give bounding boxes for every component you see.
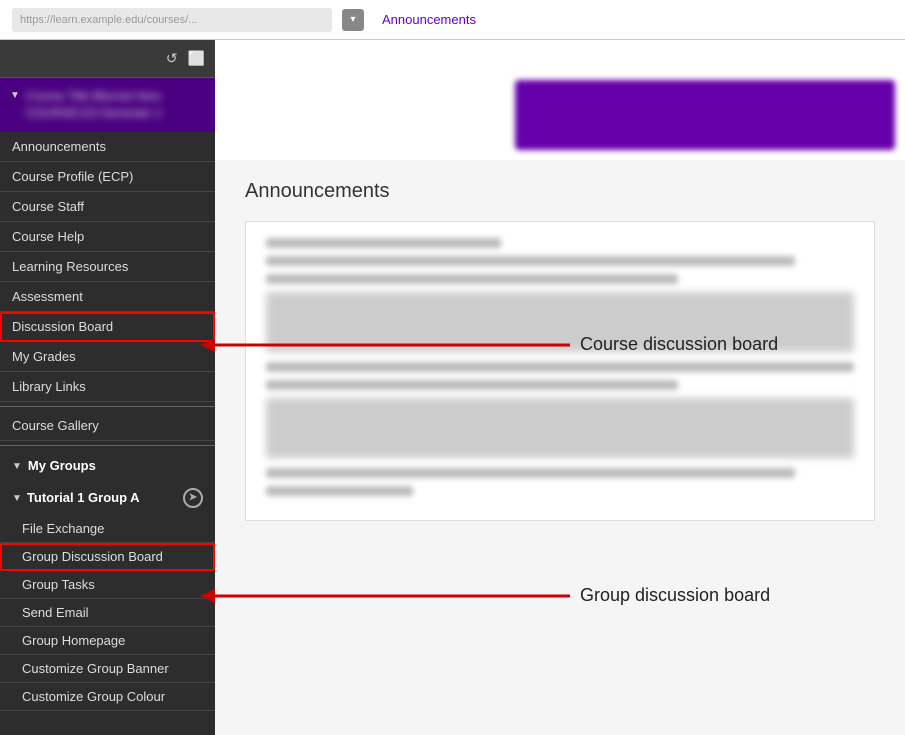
url-bar[interactable]: https://learn.example.edu/courses/... <box>12 8 332 32</box>
group-nav-group-tasks[interactable]: Group Tasks <box>0 571 215 599</box>
my-groups-label: My Groups <box>28 458 96 473</box>
group-nav-customize-banner[interactable]: Customize Group Banner <box>0 655 215 683</box>
group-nav-send-email[interactable]: Send Email <box>0 599 215 627</box>
blurred-line-1 <box>266 238 501 248</box>
nav-item-library-links[interactable]: Library Links <box>0 372 215 402</box>
course-title: Course Title Blurred HereCOURSE123 Semes… <box>26 88 162 122</box>
blurred-block-2 <box>266 398 854 458</box>
main-layout: ↺ ⬜ ▼ Course Title Blurred HereCOURSE123… <box>0 40 905 735</box>
my-groups-header[interactable]: ▼ My Groups <box>0 450 215 481</box>
tutorial-group-header[interactable]: ▼ Tutorial 1 Group A ➤ <box>0 481 215 515</box>
blurred-line-3 <box>266 274 678 284</box>
course-banner-image <box>515 80 895 150</box>
blurred-line-4 <box>266 362 854 372</box>
course-title-block[interactable]: ▼ Course Title Blurred HereCOURSE123 Sem… <box>0 78 215 132</box>
group-expand-icon: ▼ <box>12 493 22 504</box>
content-area: Announcements <box>215 40 905 735</box>
refresh-icon[interactable]: ↺ <box>166 50 178 67</box>
window-icon[interactable]: ⬜ <box>188 50 205 67</box>
group-subheader-left: ▼ Tutorial 1 Group A <box>12 490 140 505</box>
nav-item-announcements[interactable]: Announcements <box>0 132 215 162</box>
nav-item-course-profile[interactable]: Course Profile (ECP) <box>0 162 215 192</box>
blurred-line-5 <box>266 380 678 390</box>
nav-divider <box>0 406 215 407</box>
blurred-line-6 <box>266 468 795 478</box>
announcements-box <box>245 221 875 521</box>
content-header-banner <box>215 40 905 160</box>
dropdown-button[interactable]: ▾ <box>342 9 364 31</box>
sidebar: ↺ ⬜ ▼ Course Title Blurred HereCOURSE123… <box>0 40 215 735</box>
page-title: Announcements <box>245 180 875 203</box>
blurred-line-2 <box>266 256 795 266</box>
nav-item-learning-resources[interactable]: Learning Resources <box>0 252 215 282</box>
nav-item-assessment[interactable]: Assessment <box>0 282 215 312</box>
sidebar-toolbar: ↺ ⬜ <box>0 40 215 78</box>
blurred-block-1 <box>266 292 854 352</box>
group-navigate-icon[interactable]: ➤ <box>183 488 203 508</box>
content-body: Announcements <box>215 160 905 735</box>
nav-item-course-help[interactable]: Course Help <box>0 222 215 252</box>
url-text: https://learn.example.edu/courses/... <box>20 14 197 26</box>
nav-item-course-staff[interactable]: Course Staff <box>0 192 215 222</box>
expand-arrow-icon: ▼ <box>10 90 20 101</box>
group-nav-discussion-board[interactable]: Group Discussion Board <box>0 543 215 571</box>
nav-item-discussion-board[interactable]: Discussion Board <box>0 312 215 342</box>
my-groups-expand-icon: ▼ <box>12 461 22 472</box>
blurred-line-7 <box>266 486 413 496</box>
group-name-label: Tutorial 1 Group A <box>27 490 140 505</box>
group-nav-group-homepage[interactable]: Group Homepage <box>0 627 215 655</box>
nav-divider-2 <box>0 445 215 446</box>
dropdown-icon: ▾ <box>350 14 355 25</box>
nav-item-my-grades[interactable]: My Grades <box>0 342 215 372</box>
group-nav-file-exchange[interactable]: File Exchange <box>0 515 215 543</box>
nav-item-course-gallery[interactable]: Course Gallery <box>0 411 215 441</box>
announcements-link[interactable]: Announcements <box>382 12 476 27</box>
top-bar: https://learn.example.edu/courses/... ▾ … <box>0 0 905 40</box>
group-nav-customize-colour[interactable]: Customize Group Colour <box>0 683 215 711</box>
